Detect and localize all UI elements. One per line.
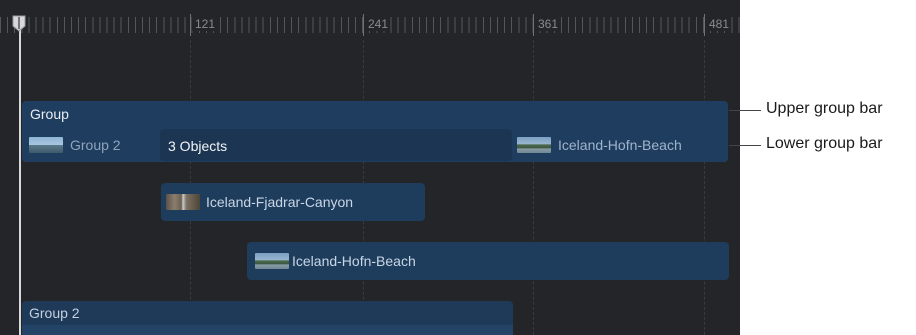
ruler-major-tick [533,14,534,36]
lower-group-bar-beach[interactable]: Iceland-Hofn-Beach [517,133,682,157]
gridline [704,40,705,335]
group2-inner-track [22,325,513,335]
upper-group-label: Group [30,106,69,122]
ruler-major-tick [363,14,364,36]
clip-thumbnail-icon [166,194,200,210]
ruler-major-tick [704,14,705,36]
ruler-tick-label: 361 [535,17,561,31]
ruler-tick-label: 241 [365,17,391,31]
clip-iceland-hofn-beach[interactable]: Iceland-Hofn-Beach [247,242,729,280]
clip-thumbnail-icon [517,137,551,153]
clip-thumbnail-icon [255,253,289,269]
clip-iceland-fjadrar-canyon[interactable]: Iceland-Fjadrar-Canyon [161,183,425,221]
lower-beach-label: Iceland-Hofn-Beach [558,137,682,153]
callout-lower-group-bar: Lower group bar [766,135,883,152]
playhead-line[interactable] [19,16,21,335]
lower-group2-label: Group 2 [70,137,121,153]
clip-thumbnail-icon [29,137,63,153]
callout-leader-line [729,145,761,146]
group2-bar[interactable]: Group 2 [22,301,513,335]
objects-count-label: 3 Objects [168,138,228,154]
clip-label: Iceland-Hofn-Beach [292,253,416,269]
playhead-marker-icon[interactable] [12,15,26,32]
ruler-tick-label: 481 [706,17,732,31]
group2-label: Group 2 [29,305,80,321]
timeline-panel: 121 241 361 481 Group Group 2 3 Objects … [0,0,740,335]
lower-group-bar-3-objects[interactable]: 3 Objects [160,129,512,161]
ruler-major-tick [190,14,191,36]
gridline [533,40,534,335]
ruler-tick-label: 121 [192,17,218,31]
callout-leader-line [729,110,761,111]
lower-group-bar-group2[interactable]: Group 2 [29,133,121,157]
clip-label: Iceland-Fjadrar-Canyon [206,194,354,210]
callout-upper-group-bar: Upper group bar [766,100,883,117]
